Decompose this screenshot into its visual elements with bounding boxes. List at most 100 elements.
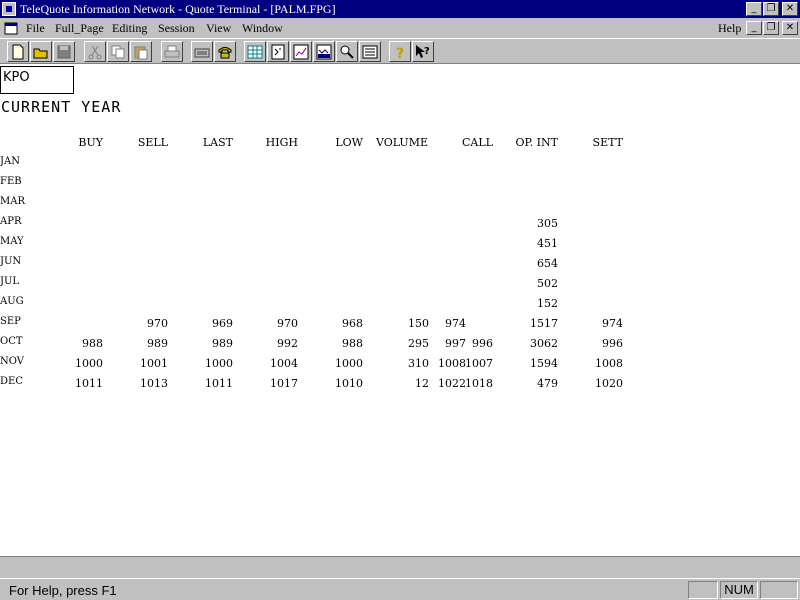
- save-icon: [57, 45, 71, 59]
- cell-sett: 996: [602, 337, 623, 350]
- menu-editing[interactable]: Editing: [112, 21, 147, 36]
- cell-sett: 1008: [595, 357, 623, 370]
- menu-view[interactable]: View: [206, 21, 231, 36]
- menu-full-page[interactable]: Full_Page: [55, 21, 104, 36]
- cell-opint: 479: [537, 377, 558, 390]
- menu-session[interactable]: Session: [158, 21, 195, 36]
- cell-last: 1000: [205, 357, 233, 370]
- open-button[interactable]: [30, 41, 52, 62]
- print-icon: [164, 45, 180, 58]
- status-bar: For Help, press F1 NUM: [0, 578, 800, 600]
- month-label: AUG: [0, 296, 24, 307]
- menu-file[interactable]: File: [26, 21, 45, 36]
- month-label: MAR: [0, 196, 25, 207]
- copy-button[interactable]: [107, 41, 129, 62]
- cell-sett: 1020: [595, 377, 623, 390]
- cell-low: 968: [342, 317, 363, 330]
- cell-buy: 1011: [75, 377, 103, 390]
- svg-text:?: ?: [396, 46, 404, 60]
- status-pane-scroll: [760, 581, 798, 599]
- cell-call2: 1007: [465, 357, 493, 370]
- cell-low: 988: [342, 337, 363, 350]
- context-help-button[interactable]: ?: [412, 41, 434, 62]
- save-button[interactable]: [53, 41, 75, 62]
- symbol-value: KPO: [3, 70, 30, 85]
- phone-button[interactable]: [214, 41, 236, 62]
- copy-icon: [111, 45, 125, 59]
- header-last: LAST: [202, 136, 233, 149]
- doc-minimize-button[interactable]: _: [746, 21, 762, 35]
- page-icon: [362, 45, 378, 59]
- phone-icon: [218, 47, 232, 59]
- menu-bar: File Full_Page Editing Session View Wind…: [0, 18, 800, 38]
- menu-help[interactable]: Help: [718, 21, 741, 36]
- help-icon: ?: [396, 46, 404, 60]
- cell-last: 969: [212, 317, 233, 330]
- quote-page: KPO CURRENT YEAR BUY SELL LAST HIGH LOW VOLUM…: [0, 64, 800, 556]
- cell-high: 1004: [270, 357, 298, 370]
- chart-button[interactable]: [290, 41, 312, 62]
- keyboard-button[interactable]: [191, 41, 213, 62]
- month-label: JUN: [0, 256, 22, 267]
- cell-volume: 295: [408, 337, 429, 350]
- calculator-icon: [271, 44, 285, 60]
- month-label: NOV: [0, 356, 24, 367]
- cell-opint: 502: [537, 277, 558, 290]
- cell-opint: 451: [537, 237, 558, 250]
- open-icon: [33, 48, 48, 59]
- menu-window[interactable]: Window: [242, 21, 283, 36]
- grid-button[interactable]: [244, 41, 266, 62]
- cell-low: 1010: [335, 377, 363, 390]
- help-button[interactable]: ?: [389, 41, 411, 62]
- cell-sell: 1013: [140, 377, 168, 390]
- minimize-button[interactable]: _: [746, 2, 762, 16]
- cell-call2: 996: [472, 337, 493, 350]
- zoom-button[interactable]: [336, 41, 358, 62]
- restore-button[interactable]: ❐: [763, 2, 779, 16]
- live-button[interactable]: [313, 41, 335, 62]
- cell-call: 997: [445, 337, 466, 350]
- month-label: APR: [0, 216, 22, 227]
- chart-icon: [293, 44, 309, 60]
- new-button[interactable]: [7, 41, 29, 62]
- cell-high: 970: [277, 317, 298, 330]
- close-button[interactable]: ✕: [782, 2, 798, 16]
- month-label: FEB: [0, 176, 22, 187]
- cell-call: 974: [445, 317, 466, 330]
- header-op-int: OP. INT: [515, 136, 559, 149]
- month-label: MAY: [0, 236, 24, 247]
- cell-high: 1017: [270, 377, 298, 390]
- cell-last: 989: [212, 337, 233, 350]
- symbol-input[interactable]: KPO: [0, 66, 74, 94]
- cell-call: 1008: [438, 357, 466, 370]
- doc-restore-button[interactable]: ❐: [763, 21, 779, 35]
- cell-last: 1011: [205, 377, 233, 390]
- title-bar: TeleQuote Information Network - Quote Te…: [0, 0, 800, 18]
- cell-buy: 988: [82, 337, 103, 350]
- cell-volume: 12: [415, 377, 429, 390]
- scroll-area: [0, 556, 800, 578]
- cell-sell: 1001: [140, 357, 168, 370]
- page-button[interactable]: [359, 41, 381, 62]
- header-high: HIGH: [265, 136, 298, 149]
- print-button[interactable]: [161, 41, 183, 62]
- document-icon[interactable]: [4, 21, 18, 35]
- month-label: JAN: [0, 156, 20, 167]
- header-volume: VOLUME: [375, 136, 428, 149]
- header-sett: SETT: [592, 136, 623, 149]
- cell-buy: 1000: [75, 357, 103, 370]
- cut-button[interactable]: [84, 41, 106, 62]
- calculator-button[interactable]: [267, 41, 289, 62]
- cell-sell: 989: [147, 337, 168, 350]
- cell-volume: 310: [408, 357, 429, 370]
- doc-close-button[interactable]: ✕: [782, 21, 798, 35]
- paste-button[interactable]: [130, 41, 152, 62]
- cell-opint: 1517: [530, 317, 558, 330]
- cell-sell: 970: [147, 317, 168, 330]
- app-icon[interactable]: [2, 2, 16, 16]
- svg-text:?: ?: [424, 46, 430, 57]
- month-label: OCT: [0, 336, 23, 347]
- month-label: JUL: [0, 276, 20, 287]
- cell-sett: 974: [602, 317, 623, 330]
- header-low: LOW: [335, 136, 363, 149]
